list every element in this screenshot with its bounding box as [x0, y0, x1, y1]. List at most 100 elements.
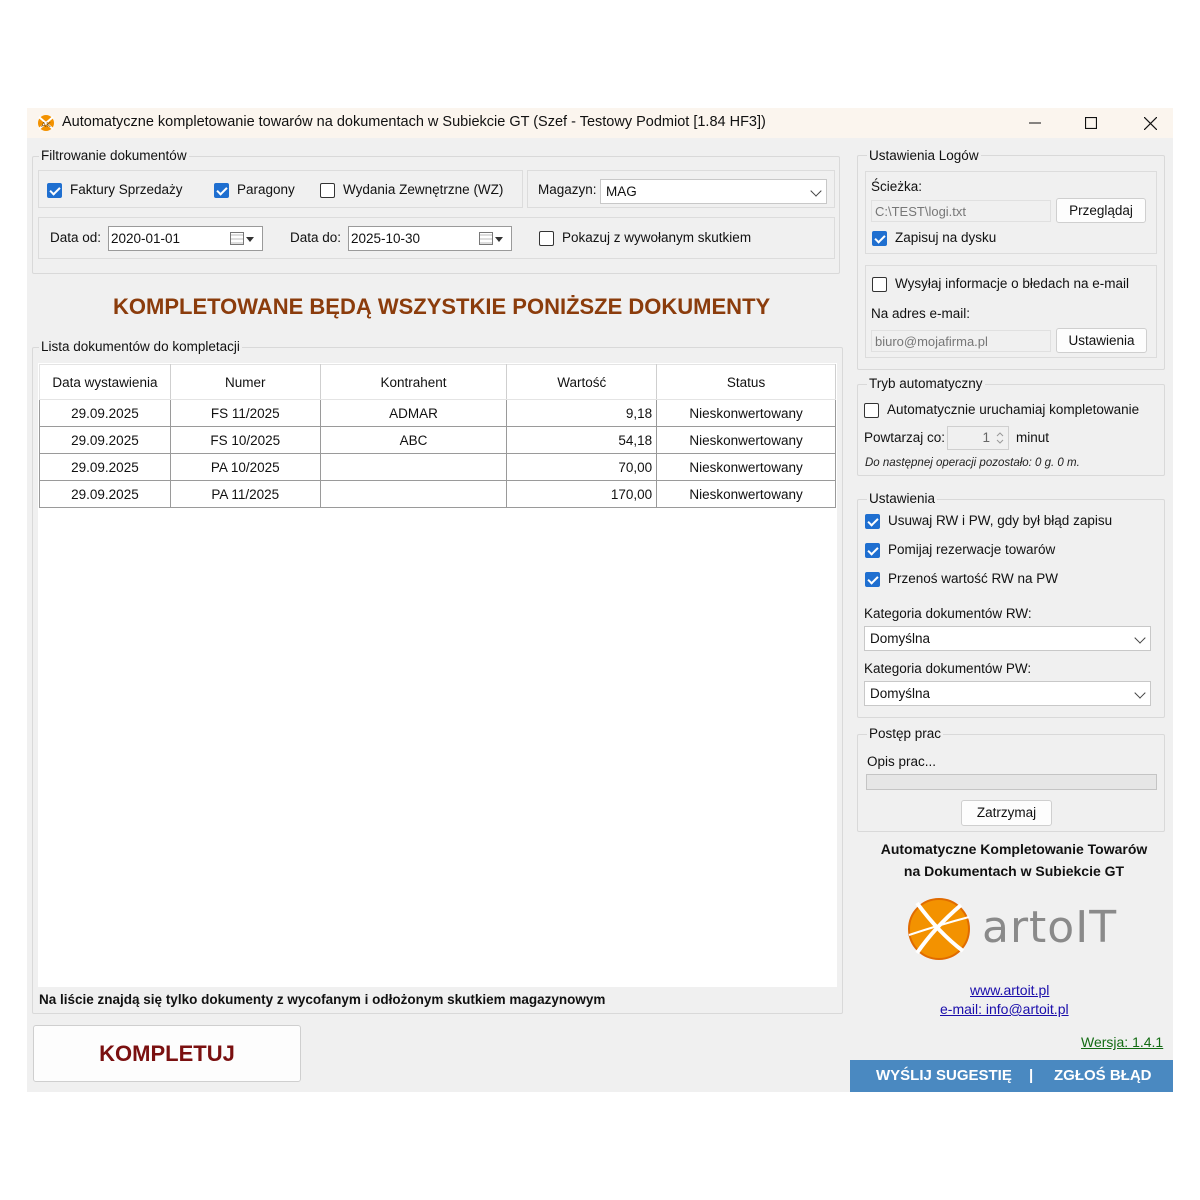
column-header[interactable]: Numer: [169, 364, 321, 400]
path-field[interactable]: C:\TEST\logi.txt: [871, 200, 1051, 222]
email-field[interactable]: biuro@mojafirma.pl: [871, 330, 1051, 352]
send-errors-checkbox[interactable]: [872, 277, 887, 292]
pw-category-select[interactable]: Domyślna: [864, 681, 1151, 706]
chevron-down-icon: [810, 185, 822, 197]
browse-button[interactable]: Przeglądaj: [1056, 198, 1146, 223]
stepper-arrows-icon[interactable]: [995, 430, 1005, 446]
faktury-checkbox[interactable]: [47, 183, 62, 198]
window-title: Automatyczne kompletowanie towarów na do…: [62, 114, 766, 130]
option-transfer-value-label: Przenoś wartość RW na PW: [888, 571, 1059, 586]
list-note: Na liście znajdą się tylko dokumenty z w…: [39, 992, 606, 1007]
repeat-unit: minut: [1016, 430, 1050, 445]
wz-checkbox[interactable]: [320, 183, 335, 198]
table-row[interactable]: 29.09.2025 PA 11/2025 170,00 Nieskonwert…: [39, 480, 836, 508]
rw-category-select[interactable]: Domyślna: [864, 626, 1151, 651]
main-heading: KOMPLETOWANE BĘDĄ WSZYSTKIE PONIŻSZE DOK…: [113, 294, 771, 319]
logo-text: artoIT: [982, 902, 1118, 953]
cell-number: PA 11/2025: [169, 480, 321, 508]
cell-value: 170,00: [506, 480, 658, 508]
calendar-icon: [479, 232, 493, 245]
send-suggestion-button[interactable]: WYŚLIJ SUGESTIĘ: [876, 1067, 1012, 1084]
cell-number: FS 11/2025: [169, 399, 321, 427]
about-line-1: Automatyczne Kompletowanie Towarów: [880, 841, 1148, 857]
cell-status: Nieskonwertowany: [656, 426, 836, 454]
filter-legend: Filtrowanie dokumentów: [39, 148, 189, 163]
cell-date: 29.09.2025: [39, 399, 171, 427]
chevron-down-icon: [1134, 687, 1146, 699]
cell-value: 70,00: [506, 453, 658, 481]
column-header[interactable]: Wartość: [506, 364, 658, 400]
document-table[interactable]: Data wystawienia Numer Kontrahent Wartoś…: [39, 364, 836, 508]
rw-category-value: Domyślna: [870, 631, 931, 646]
auto-run-label: Automatycznie uruchamiaj kompletowanie: [887, 402, 1140, 417]
close-icon: [1143, 116, 1157, 130]
progress-bar: [866, 774, 1157, 790]
calendar-icon: [230, 232, 244, 245]
version-link[interactable]: Wersja: 1.4.1: [1081, 1034, 1163, 1050]
option-transfer-value-checkbox[interactable]: [865, 572, 880, 587]
cell-contractor: ADMAR: [319, 399, 508, 427]
kompletuj-button[interactable]: KOMPLETUJ: [33, 1025, 301, 1082]
app-window: AK Automatyczne kompletowanie towarów na…: [27, 108, 1173, 1092]
maximize-button[interactable]: [1068, 108, 1114, 138]
svg-text:AK: AK: [41, 121, 51, 129]
pw-category-label: Kategoria dokumentów PW:: [864, 661, 1032, 676]
option-delete-rw-pw-label: Usuwaj RW i PW, gdy był błąd zapisu: [888, 513, 1113, 528]
table-row[interactable]: 29.09.2025 FS 10/2025 ABC 54,18 Nieskonw…: [39, 426, 836, 454]
stop-button[interactable]: Zatrzymaj: [961, 800, 1052, 826]
title-bar[interactable]: AK Automatyczne kompletowanie towarów na…: [27, 108, 1173, 138]
repeat-interval-value: 1: [982, 430, 990, 445]
show-effect-checkbox[interactable]: [539, 231, 554, 246]
faktury-label: Faktury Sprzedaży: [70, 182, 183, 197]
email-label: Na adres e-mail:: [871, 306, 971, 321]
cell-status: Nieskonwertowany: [656, 480, 836, 508]
date-from-picker[interactable]: 2020-01-01: [108, 226, 263, 251]
close-button[interactable]: [1127, 108, 1173, 138]
option-delete-rw-pw-checkbox[interactable]: [865, 514, 880, 529]
rw-category-label: Kategoria dokumentów RW:: [864, 606, 1032, 621]
wz-label: Wydania Zewnętrzne (WZ): [343, 182, 504, 197]
column-header[interactable]: Kontrahent: [319, 364, 508, 400]
paragony-checkbox[interactable]: [214, 183, 229, 198]
option-skip-reservations-checkbox[interactable]: [865, 543, 880, 558]
date-to-picker[interactable]: 2025-10-30: [348, 226, 512, 251]
pw-category-value: Domyślna: [870, 686, 931, 701]
send-errors-label: Wysyłaj informacje o błedach na e-mail: [895, 276, 1129, 291]
table-row[interactable]: 29.09.2025 FS 11/2025 ADMAR 9,18 Nieskon…: [39, 399, 836, 427]
website-link[interactable]: www.artoit.pl: [970, 982, 1049, 998]
cell-contractor: [319, 453, 508, 481]
cell-date: 29.09.2025: [39, 453, 171, 481]
footer-separator: |: [1029, 1067, 1034, 1084]
paragony-label: Paragony: [237, 182, 295, 197]
cell-date: 29.09.2025: [39, 480, 171, 508]
date-from-label: Data od:: [50, 230, 102, 245]
chevron-down-icon: [1134, 632, 1146, 644]
path-label: Ścieżka:: [871, 179, 923, 194]
option-skip-reservations-label: Pomijaj rezerwacje towarów: [888, 542, 1056, 557]
date-from-value: 2020-01-01: [111, 231, 181, 246]
column-header[interactable]: Data wystawienia: [39, 364, 171, 400]
dropdown-arrow-icon: [495, 237, 503, 242]
cell-value: 9,18: [506, 399, 658, 427]
email-link[interactable]: e-mail: info@artoit.pl: [940, 1001, 1069, 1017]
cell-status: Nieskonwertowany: [656, 453, 836, 481]
cell-value: 54,18: [506, 426, 658, 454]
magazyn-value: MAG: [606, 184, 637, 199]
logs-legend: Ustawienia Logów: [867, 148, 981, 163]
repeat-label: Powtarzaj co:: [864, 430, 946, 445]
minimize-button[interactable]: [1012, 108, 1058, 138]
next-operation-info: Do następnej operacji pozostało: 0 g. 0 …: [865, 457, 1080, 469]
repeat-interval-stepper[interactable]: 1: [947, 426, 1009, 450]
column-header[interactable]: Status: [656, 364, 836, 400]
cell-status: Nieskonwertowany: [656, 399, 836, 427]
report-bug-button[interactable]: ZGŁOŚ BŁĄD: [1054, 1067, 1152, 1084]
app-logo-icon: AK: [38, 115, 54, 131]
minimize-icon: [1029, 122, 1041, 124]
email-settings-button[interactable]: Ustawienia: [1056, 328, 1147, 353]
magazyn-select[interactable]: MAG: [600, 179, 827, 204]
auto-run-checkbox[interactable]: [864, 403, 879, 418]
cell-date: 29.09.2025: [39, 426, 171, 454]
auto-mode-legend: Tryb automatyczny: [867, 376, 985, 391]
save-to-disk-checkbox[interactable]: [872, 231, 887, 246]
table-row[interactable]: 29.09.2025 PA 10/2025 70,00 Nieskonwerto…: [39, 453, 836, 481]
